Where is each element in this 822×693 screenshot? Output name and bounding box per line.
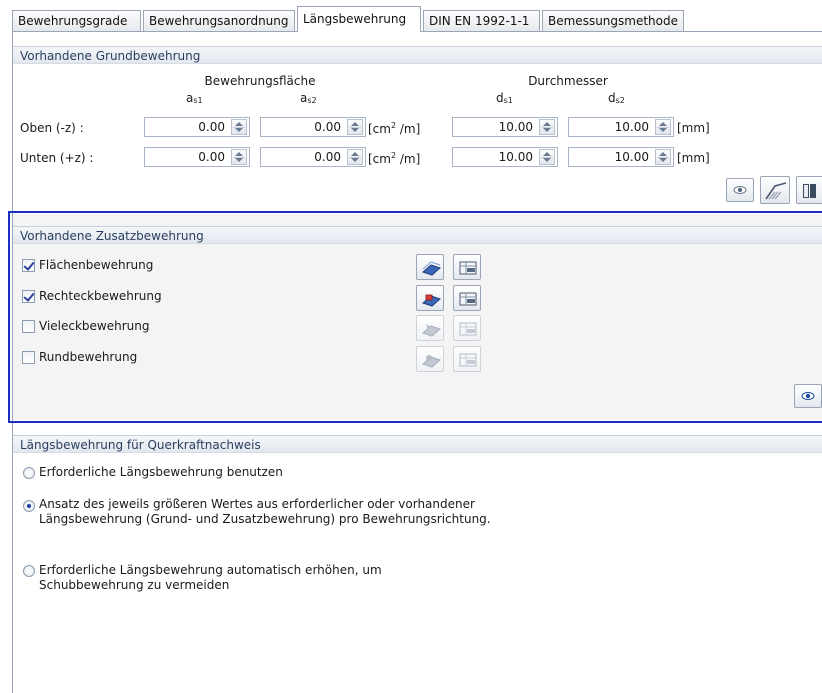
- option-automatisch-radio[interactable]: [23, 565, 35, 577]
- unten-as2-value: 0.00: [314, 150, 341, 164]
- option-groesserer-wert-line2: Längsbewehrung (Grund- und Zusatzbewehru…: [39, 512, 491, 526]
- spin-arrows-icon[interactable]: [347, 149, 363, 165]
- eye-icon: [733, 186, 747, 194]
- option-groesserer-wert-radio[interactable]: [23, 500, 35, 512]
- option-groesserer-wert-line1: Ansatz des jeweils größeren Wertes aus e…: [39, 497, 475, 511]
- col-as2-label: as2: [300, 91, 317, 105]
- spin-arrows-icon[interactable]: [539, 149, 555, 165]
- unit-area-oben: [cm2 /m]: [368, 121, 421, 136]
- spin-arrows-icon[interactable]: [539, 119, 555, 135]
- col-as1-label: as1: [186, 91, 203, 105]
- oben-ds1-value: 10.00: [498, 120, 533, 134]
- grundbewehrung-header: Vorhandene Grundbewehrung: [13, 46, 822, 64]
- unten-as1-value: 0.00: [198, 150, 225, 164]
- oben-ds2-input[interactable]: 10.00: [568, 117, 674, 137]
- row-oben-label: Oben (-z) :: [20, 121, 84, 135]
- option-automatisch-line2: Schubbewehrung zu vermeiden: [39, 578, 230, 592]
- tab-laengsbewehrung[interactable]: Längsbewehrung: [297, 6, 421, 32]
- zusatzbewehrung-selection-frame: [8, 211, 822, 423]
- spin-arrows-icon[interactable]: [655, 119, 671, 135]
- oben-as1-value: 0.00: [198, 120, 225, 134]
- diameter-header: Durchmesser: [528, 74, 608, 88]
- col-ds2-label: ds2: [608, 91, 625, 105]
- tab-bewehrungsanordnung[interactable]: Bewehrungsanordnung: [143, 10, 295, 31]
- unten-as2-input[interactable]: 0.00: [260, 147, 366, 167]
- spin-arrows-icon[interactable]: [231, 149, 247, 165]
- option-erforderliche-radio[interactable]: [23, 467, 35, 479]
- querkraft-header: Längsbewehrung für Querkraftnachweis: [13, 435, 822, 453]
- unten-as1-input[interactable]: 0.00: [144, 147, 250, 167]
- oben-ds2-value: 10.00: [614, 120, 649, 134]
- oben-as1-input[interactable]: 0.00: [144, 117, 250, 137]
- oben-ds1-input[interactable]: 10.00: [452, 117, 558, 137]
- tab-bemessungsmethode[interactable]: Bemessungsmethode: [542, 10, 684, 31]
- tab-bewehrungsgrade[interactable]: Bewehrungsgrade: [12, 10, 141, 31]
- unten-ds1-value: 10.00: [498, 150, 533, 164]
- spin-arrows-icon[interactable]: [231, 119, 247, 135]
- oben-as2-input[interactable]: 0.00: [260, 117, 366, 137]
- option-automatisch-line1: Erforderliche Längsbewehrung automatisch…: [39, 563, 382, 577]
- tab-din-en-1992[interactable]: DIN EN 1992-1-1: [423, 10, 540, 31]
- col-ds1-label: ds1: [496, 91, 513, 105]
- unit-area-unten: [cm2 /m]: [368, 151, 421, 166]
- oben-as2-value: 0.00: [314, 120, 341, 134]
- view-button[interactable]: [726, 178, 754, 202]
- book-icon: [803, 184, 816, 198]
- option-erforderliche-label: Erforderliche Längsbewehrung benutzen: [39, 465, 283, 479]
- spin-arrows-icon[interactable]: [655, 149, 671, 165]
- unten-ds1-input[interactable]: 10.00: [452, 147, 558, 167]
- unit-mm-unten: [mm]: [677, 151, 710, 165]
- area-header: Bewehrungsfläche: [204, 74, 316, 88]
- rebar-hatch-icon: [765, 182, 787, 200]
- unit-mm-oben: [mm]: [677, 121, 710, 135]
- library-button[interactable]: [796, 176, 822, 204]
- unten-ds2-input[interactable]: 10.00: [568, 147, 674, 167]
- spin-arrows-icon[interactable]: [347, 119, 363, 135]
- reinforcement-graphic-button[interactable]: [760, 176, 790, 204]
- row-unten-label: Unten (+z) :: [20, 151, 94, 165]
- unten-ds2-value: 10.00: [614, 150, 649, 164]
